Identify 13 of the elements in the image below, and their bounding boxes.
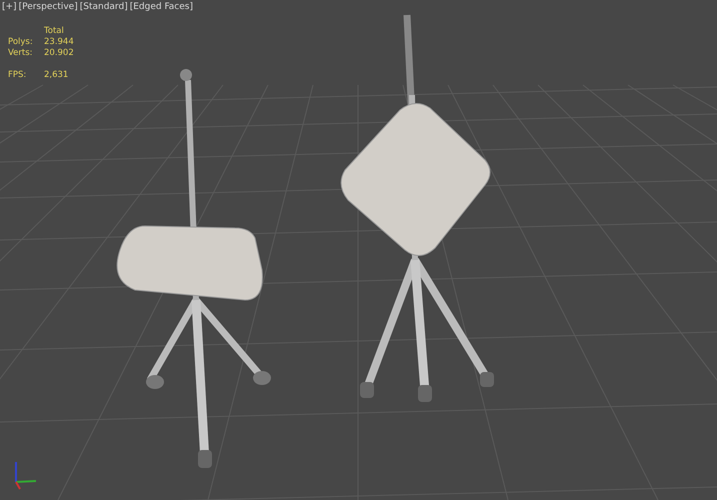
viewport-label[interactable]: [Edged Faces] [130,1,193,13]
stats-header: Total [44,26,65,37]
stat-value: 20.902 [44,48,75,59]
viewport-label[interactable]: [Perspective] [18,1,78,13]
stat-value: 23.944 [44,37,75,48]
stat-label: FPS: [8,70,28,81]
viewport-label[interactable]: [+] [2,1,17,13]
viewport-label[interactable]: [Standard] [80,1,128,13]
viewport[interactable]: [+] [Perspective] [Standard] [Edged Faces] Total Polys: 23.944 Verts: 20.902 FPS: 2,631 [0,0,717,500]
axis-gizmo-icon [15,462,36,490]
stat-label: Verts: [8,48,34,59]
stat-value: 2,631 [44,70,70,81]
stat-label: Polys: [8,37,34,48]
